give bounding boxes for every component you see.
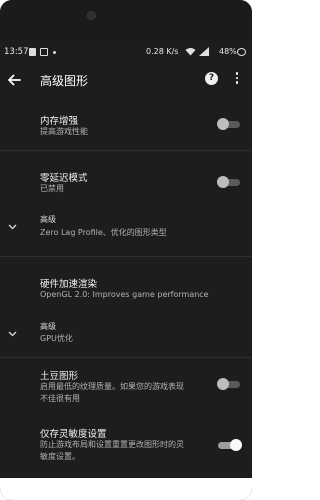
divider <box>0 357 252 358</box>
potato-graphics-toggle[interactable] <box>216 378 244 390</box>
bottom-margin <box>0 478 252 500</box>
wifi-icon <box>185 48 196 56</box>
battery-percent: 48% <box>219 47 237 56</box>
app-bar: 高级图形 ? <box>0 66 252 96</box>
zero-lag-toggle[interactable] <box>216 176 244 188</box>
setting-subtitle-line1: 启用最低的纹理质量。如果您的游戏表现 <box>40 382 184 391</box>
setting-title: 土豆图形 <box>40 371 79 382</box>
section-subtitle: GPU优化 <box>40 334 73 343</box>
signal-icon <box>199 47 209 56</box>
setting-potato-graphics[interactable]: 土豆图形 启用最低的纹理质量。如果您的游戏表现 不佳很有用 <box>0 368 252 410</box>
page-title: 高级图形 <box>40 74 89 88</box>
camera-icon <box>87 11 96 20</box>
section-header: 高级 <box>40 215 56 224</box>
divider <box>0 256 252 257</box>
divider <box>0 150 252 151</box>
top-bezel <box>0 0 252 40</box>
back-arrow-icon[interactable] <box>4 70 24 90</box>
status-bar: 13:57 0.28 K/s 48% <box>0 44 252 62</box>
setting-title: 硬件加速渲染 <box>40 279 98 290</box>
battery-icon <box>237 48 246 56</box>
notification-image-icon <box>29 48 36 56</box>
network-speed: 0.28 K/s <box>146 47 179 56</box>
more-vert-icon[interactable] <box>234 72 240 86</box>
memory-boost-toggle[interactable] <box>216 118 244 130</box>
help-icon[interactable]: ? <box>205 72 218 85</box>
setting-subtitle-line2: 敏度设置。 <box>40 452 80 461</box>
chevron-down-icon[interactable] <box>8 331 17 337</box>
setting-preserve-sensitivity[interactable]: 仅存灵敏度设置 防止游戏布局和设置重置更改图形时的灵 敏度设置。 <box>0 426 252 468</box>
setting-hardware-rendering[interactable]: 硬件加速渲染 OpenGL 2.0: Improves game perform… <box>0 276 252 306</box>
setting-subtitle: 提高游戏性能 <box>40 127 88 136</box>
setting-subtitle-line2: 不佳很有用 <box>40 394 80 403</box>
setting-zero-lag-mode[interactable]: 零延迟模式 已禁用 <box>0 170 252 200</box>
advanced-section-2[interactable]: 高级 GPU优化 <box>0 321 252 351</box>
status-time: 13:57 <box>4 47 29 57</box>
preserve-sensitivity-toggle[interactable] <box>216 439 244 451</box>
section-header: 高级 <box>40 322 56 331</box>
setting-title: 内存增强 <box>40 116 79 127</box>
setting-title: 仅存灵敏度设置 <box>40 429 107 440</box>
notification-dot-icon <box>53 51 56 54</box>
advanced-section-1[interactable]: 高级 Zero Lag Profile、优化的图形类型 <box>0 214 252 244</box>
section-subtitle: Zero Lag Profile、优化的图形类型 <box>40 228 167 237</box>
setting-memory-boost[interactable]: 内存增强 提高游戏性能 <box>0 113 252 143</box>
setting-subtitle: 已禁用 <box>40 184 64 193</box>
chevron-down-icon[interactable] <box>8 224 17 230</box>
phone-screen: 13:57 0.28 K/s 48% 高级图形 ? 内存增强 提高游戏性能 零延… <box>0 0 252 500</box>
setting-subtitle-line1: 防止游戏布局和设置重置更改图形时的灵 <box>40 440 184 449</box>
setting-title: 零延迟模式 <box>40 173 88 184</box>
notification-box-icon <box>40 48 48 56</box>
setting-subtitle: OpenGL 2.0: Improves game performance <box>40 290 209 299</box>
